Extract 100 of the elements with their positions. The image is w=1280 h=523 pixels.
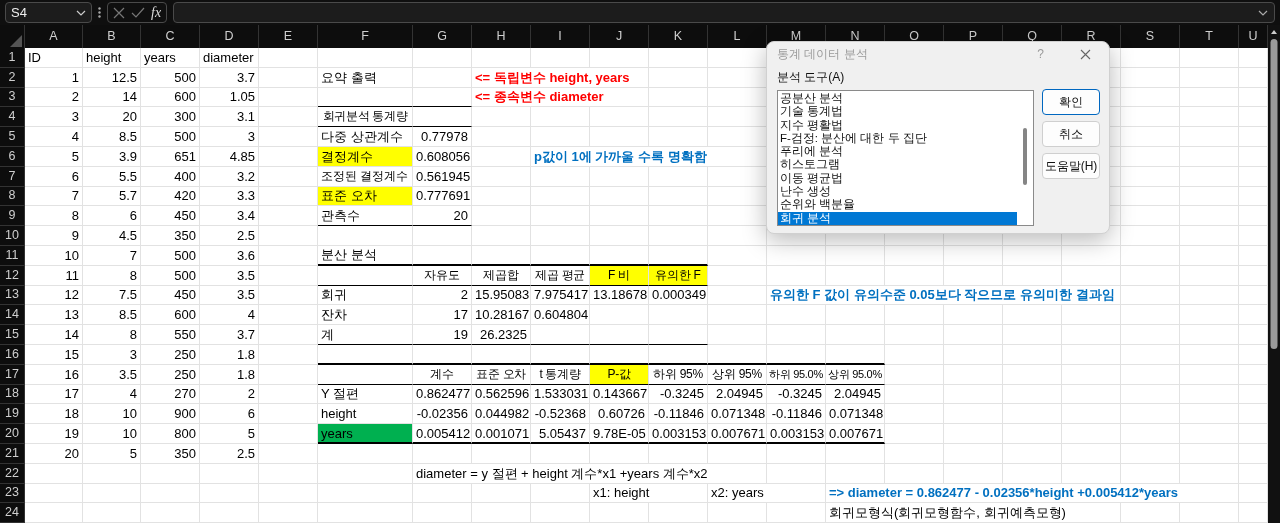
column-header[interactable]: U bbox=[1239, 25, 1268, 48]
column-header[interactable]: A bbox=[25, 25, 83, 48]
table-cell: x1: height bbox=[590, 483, 708, 504]
dialog-button[interactable]: 도움말(H) bbox=[1042, 153, 1100, 179]
table-cell: 550 bbox=[141, 325, 200, 345]
table-cell: 8.5 bbox=[83, 305, 141, 326]
name-box[interactable]: S4 bbox=[5, 2, 92, 23]
column-header[interactable]: H bbox=[472, 25, 531, 48]
table-cell: 0.561945 bbox=[413, 166, 472, 187]
table-cell: 13.18678 bbox=[590, 285, 649, 306]
column-heading: 제곱합 bbox=[472, 265, 531, 286]
table-cell: 20 bbox=[25, 443, 83, 464]
table-cell: 4.5 bbox=[83, 226, 141, 246]
column-header[interactable]: I bbox=[531, 25, 590, 48]
column-header[interactable]: D bbox=[200, 25, 259, 48]
table-cell: 500 bbox=[141, 265, 200, 286]
table-cell: 1.8 bbox=[200, 344, 259, 365]
table-cell: 결정계수 bbox=[318, 147, 413, 167]
cancel-icon[interactable] bbox=[113, 6, 125, 19]
table-cell: 0.007671 bbox=[826, 424, 885, 444]
more-options-icon[interactable] bbox=[98, 7, 101, 18]
check-icon[interactable] bbox=[131, 7, 145, 18]
tool-list-item[interactable]: F-검정: 분산에 대한 두 집단 bbox=[778, 131, 1017, 146]
table-cell: 분산 분석 bbox=[318, 245, 413, 266]
tool-list-item[interactable]: 기술 통계법 bbox=[778, 105, 1017, 119]
column-header[interactable]: F bbox=[318, 25, 413, 48]
row-header[interactable]: 4 bbox=[0, 107, 25, 128]
table-cell: 8.5 bbox=[83, 127, 141, 147]
table-cell: -0.52368 bbox=[531, 404, 590, 425]
insert-function-button[interactable]: fx bbox=[151, 2, 162, 23]
table-cell: 5 bbox=[83, 443, 141, 464]
row-header[interactable]: 19 bbox=[0, 404, 25, 425]
table-cell: 4 bbox=[83, 384, 141, 405]
table-cell: 270 bbox=[141, 384, 200, 405]
column-header[interactable]: G bbox=[413, 25, 472, 48]
dialog-button[interactable]: 취소 bbox=[1042, 121, 1100, 147]
column-header[interactable]: E bbox=[259, 25, 318, 48]
column-header[interactable]: C bbox=[141, 25, 200, 48]
tool-list-item[interactable]: 공분산 분석 bbox=[778, 92, 1017, 106]
dialog-button[interactable]: 확인 bbox=[1042, 89, 1100, 115]
row-header[interactable]: 5 bbox=[0, 127, 25, 147]
column-header[interactable]: J bbox=[590, 25, 649, 48]
table-cell: 6 bbox=[200, 404, 259, 425]
chevron-down-icon[interactable] bbox=[1258, 9, 1268, 16]
table-cell: 8 bbox=[83, 325, 141, 345]
tool-list-item[interactable]: 지수 평활법 bbox=[778, 118, 1017, 132]
table-cell: 7.975417 bbox=[531, 285, 590, 306]
column-heading: 계수 bbox=[413, 364, 472, 385]
column-header[interactable]: L bbox=[708, 25, 767, 48]
table-cell: 17 bbox=[413, 305, 472, 326]
table-cell: 0.862477 bbox=[413, 384, 472, 405]
tool-list[interactable]: 공분산 분석 기술 통계법 지수 평활법 F-검정: 분산에 대한 두 집단 푸리에 분석 히스토그램 이동 평균법 난수 생성 순위와 백분율 회귀 분석 bbox=[777, 90, 1034, 226]
table-cell: 900 bbox=[141, 404, 200, 425]
row-header[interactable]: 1 bbox=[0, 48, 25, 68]
column-header[interactable]: B bbox=[83, 25, 141, 48]
tool-list-item[interactable]: 이동 평균법 bbox=[778, 171, 1017, 186]
table-cell: 5.5 bbox=[83, 166, 141, 187]
table-cell: 2.04945 bbox=[708, 384, 767, 405]
table-cell: 0.005412 bbox=[413, 424, 472, 444]
table-cell: 3.5 bbox=[200, 285, 259, 306]
table-cell: 3.7 bbox=[200, 325, 259, 345]
tool-list-item[interactable]: 순위와 백분율 bbox=[778, 198, 1017, 212]
row-header[interactable]: 20 bbox=[0, 424, 25, 444]
column-header[interactable]: K bbox=[649, 25, 708, 48]
table-cell: 2 bbox=[413, 285, 472, 306]
table-cell: 9.78E-05 bbox=[590, 424, 649, 444]
tool-list-item[interactable]: 회귀 분석 bbox=[778, 211, 1017, 225]
table-cell: 9 bbox=[25, 226, 83, 246]
table-cell: 3.6 bbox=[200, 245, 259, 266]
column-header[interactable]: T bbox=[1180, 25, 1239, 48]
row-header[interactable]: 15 bbox=[0, 325, 25, 345]
table-cell: 450 bbox=[141, 206, 200, 227]
vertical-scrollbar[interactable] bbox=[1268, 25, 1280, 523]
column-heading: 하위 95% bbox=[649, 364, 708, 385]
table-cell: 0.007671 bbox=[708, 424, 767, 444]
row-header[interactable]: 9 bbox=[0, 206, 25, 227]
table-cell: Y 절편 bbox=[318, 384, 413, 405]
row-header[interactable]: 10 bbox=[0, 226, 25, 246]
row-header[interactable]: 14 bbox=[0, 305, 25, 326]
table-cell: -0.11846 bbox=[767, 404, 826, 425]
column-heading: 자유도 bbox=[413, 265, 472, 286]
table-cell: 10 bbox=[83, 424, 141, 444]
table-cell: 20 bbox=[413, 206, 472, 227]
table-cell: 10.28167 bbox=[472, 305, 531, 326]
tool-list-item[interactable]: 히스토그램 bbox=[778, 158, 1017, 172]
tool-list-item[interactable]: 푸리에 분석 bbox=[778, 145, 1017, 159]
table-cell: 14 bbox=[25, 325, 83, 345]
table-cell: 26.2325 bbox=[472, 325, 531, 345]
select-all-icon[interactable] bbox=[10, 34, 22, 47]
table-cell: 3.5 bbox=[200, 265, 259, 286]
close-icon[interactable] bbox=[1080, 48, 1091, 60]
table-cell: 0.777691 bbox=[413, 186, 472, 207]
table-cell: 300 bbox=[141, 107, 200, 128]
column-header[interactable]: S bbox=[1121, 25, 1180, 48]
row-header[interactable]: 24 bbox=[0, 503, 25, 523]
table-cell: 20 bbox=[83, 107, 141, 128]
table-cell: 2 bbox=[25, 87, 83, 108]
table-cell: years bbox=[318, 424, 413, 444]
tool-list-item[interactable]: 난수 생성 bbox=[778, 185, 1017, 199]
table-cell: diameter bbox=[200, 48, 259, 68]
